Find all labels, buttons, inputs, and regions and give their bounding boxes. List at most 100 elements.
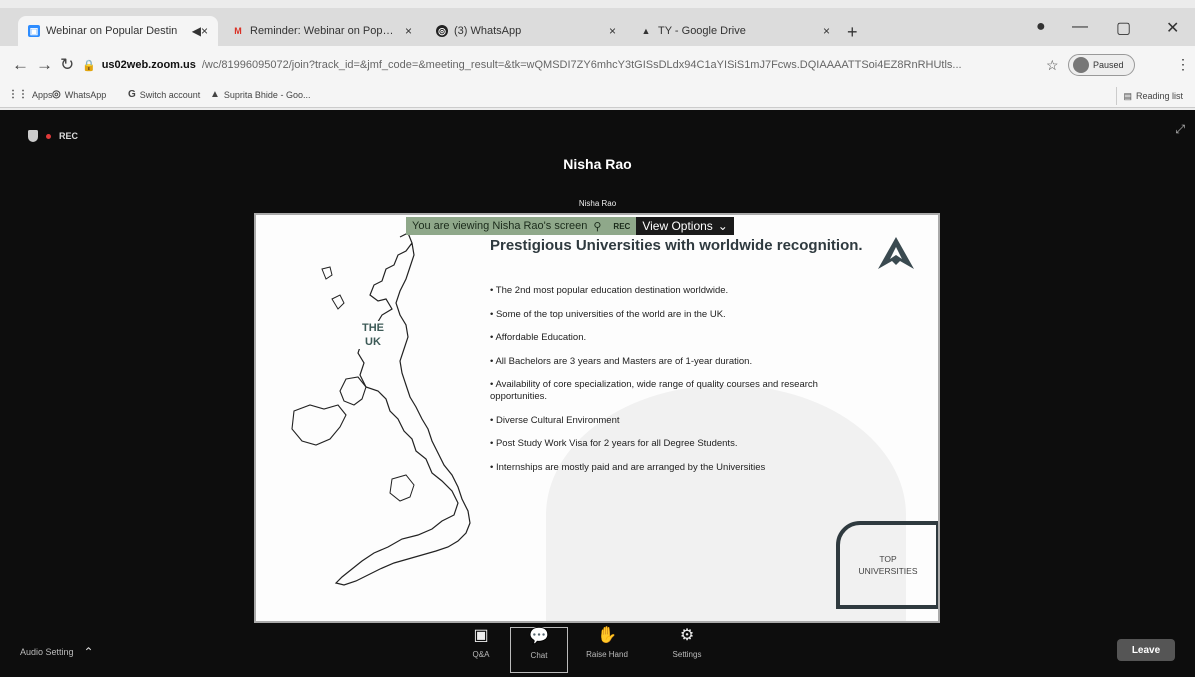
bookmark-label: Apps xyxy=(32,89,53,100)
tab-label: Webinar on Popular Destin xyxy=(46,25,178,37)
active-speaker-name: Nisha Rao xyxy=(563,156,632,172)
view-options-button[interactable]: View Options ⌄ xyxy=(636,217,734,235)
browser-menu-icon[interactable]: ⋮ xyxy=(1176,56,1190,73)
audio-settings-button[interactable]: Audio Setting ⌃ xyxy=(20,645,94,659)
security-shield-icon[interactable] xyxy=(28,130,38,142)
zoom-meeting-area: REC ⤢ Nisha Rao Nisha Rao You are viewin… xyxy=(0,110,1195,677)
back-arrow-icon[interactable]: ← xyxy=(12,55,29,75)
shared-screen-slide: THE UK Prestigious Universities with wor… xyxy=(254,213,940,623)
google-icon: G xyxy=(128,89,136,100)
meeting-controls-bar: Audio Setting ⌃ ▣ Q&A 💬 Chat ✋ Raise Han… xyxy=(0,623,1195,677)
control-label: Q&A xyxy=(472,650,490,659)
viewing-message: You are viewing Nisha Rao's screen ⚲ xyxy=(406,217,608,235)
bookmark-label: Switch account xyxy=(139,89,201,100)
tab-google-drive[interactable]: ▲ TY - Google Drive × xyxy=(630,16,840,46)
view-options-label: View Options xyxy=(642,219,713,233)
list-item: Affordable Education. xyxy=(490,332,840,344)
chat-button[interactable]: 💬 Chat xyxy=(510,627,568,673)
list-item: Internships are mostly paid and are arra… xyxy=(490,462,840,474)
uk-map-label: THE UK xyxy=(352,321,394,349)
list-item: Availability of core specialization, wid… xyxy=(490,379,840,403)
chevron-down-icon: ⌄ xyxy=(717,219,728,233)
control-label: Settings xyxy=(672,650,702,659)
url-host: us02web.zoom.us xyxy=(101,59,196,71)
drive-icon: ▲ xyxy=(210,89,220,100)
pin-icon: ⚲ xyxy=(593,220,602,233)
tab-gmail-reminder[interactable]: M Reminder: Webinar on Popular E × xyxy=(222,16,422,46)
badge-line1: TOP xyxy=(879,554,897,564)
forward-arrow-icon[interactable]: → xyxy=(36,55,53,75)
brand-logo-icon xyxy=(878,237,914,269)
tab-close-icon[interactable]: × xyxy=(609,24,616,38)
list-item: Diverse Cultural Environment xyxy=(490,415,840,427)
minimize-icon[interactable]: — xyxy=(1072,18,1088,36)
viewing-text: You are viewing Nisha Rao's screen xyxy=(412,220,588,232)
bookmarks-bar: ⋮⋮ Apps ◎ WhatsApp G Switch account ▲ Su… xyxy=(0,84,1195,108)
reading-list-label: Reading list xyxy=(1135,91,1183,101)
bookmark-label: WhatsApp xyxy=(64,89,107,100)
reload-icon[interactable]: ↻ xyxy=(60,55,74,75)
bookmark-switch-account[interactable]: G Switch account xyxy=(128,89,200,100)
url-field[interactable]: 🔒 us02web.zoom.us/wc/81996095072/join?tr… xyxy=(82,52,1022,78)
bookmark-apps[interactable]: ⋮⋮ Apps xyxy=(8,89,53,100)
control-label: Raise Hand xyxy=(586,650,628,659)
drive-icon: ▲ xyxy=(641,26,651,36)
control-label: Chat xyxy=(530,651,548,660)
reading-list-icon: ▤ xyxy=(1123,90,1132,101)
rec-label: REC xyxy=(59,131,79,141)
meeting-status: REC xyxy=(28,130,78,142)
maximize-icon[interactable]: ▢ xyxy=(1116,18,1131,38)
whatsapp-icon: ◎ xyxy=(436,25,448,37)
address-bar-row: ← → ↻ 🔒 us02web.zoom.us/wc/81996095072/j… xyxy=(0,46,1195,84)
fullscreen-expand-icon[interactable]: ⤢ xyxy=(1175,122,1185,137)
url-path: /wc/81996095072/join?track_id=&jmf_code=… xyxy=(201,59,962,71)
slide-bullet-list: The 2nd most popular education destinati… xyxy=(490,285,840,485)
tab-label: (3) WhatsApp xyxy=(454,25,522,37)
settings-icon: ⚙ xyxy=(679,627,695,644)
uk-label-line1: THE xyxy=(362,322,384,334)
list-item: Post Study Work Visa for 2 years for all… xyxy=(490,438,840,450)
leave-button[interactable]: Leave xyxy=(1117,639,1175,661)
tab-whatsapp[interactable]: ◎ (3) WhatsApp × xyxy=(426,16,626,46)
profile-circle-icon[interactable]: ● xyxy=(1036,18,1046,36)
audio-settings-label: Audio Setting xyxy=(20,647,74,657)
tab-close-icon[interactable]: × xyxy=(405,24,412,38)
raise-hand-button[interactable]: ✋ Raise Hand xyxy=(578,627,636,673)
gmail-icon: M xyxy=(234,26,242,36)
chevron-up-icon[interactable]: ⌃ xyxy=(84,645,94,659)
zoom-icon: ▣ xyxy=(28,25,40,37)
chat-icon: 💬 xyxy=(529,628,549,645)
bookmark-label: Suprita Bhide - Goo... xyxy=(223,89,311,100)
window-close-icon[interactable]: ✕ xyxy=(1166,18,1179,38)
list-item: Some of the top universities of the worl… xyxy=(490,309,840,321)
viewing-banner: You are viewing Nisha Rao's screen ⚲ REC… xyxy=(406,217,734,235)
top-universities-badge: TOP UNIVERSITIES xyxy=(836,521,938,609)
avatar xyxy=(1073,57,1089,73)
uk-map-outline xyxy=(291,232,471,586)
tab-close-icon[interactable]: ◀× xyxy=(192,24,208,38)
bookmark-whatsapp[interactable]: ◎ WhatsApp xyxy=(52,89,106,100)
whatsapp-icon: ◎ xyxy=(52,89,61,100)
paused-label: Paused xyxy=(1093,60,1124,70)
reading-list-button[interactable]: ▤ Reading list xyxy=(1116,87,1189,105)
profile-paused-button[interactable]: Paused xyxy=(1068,54,1135,76)
tab-zoom-webinar[interactable]: ▣ Webinar on Popular Destin ◀× xyxy=(18,16,218,46)
share-owner-name: Nisha Rao xyxy=(578,199,617,208)
slide-title: Prestigious Universities with worldwide … xyxy=(490,237,863,254)
settings-button[interactable]: ⚙ Settings xyxy=(658,627,716,673)
tab-label: TY - Google Drive xyxy=(658,25,746,37)
badge-line2: UNIVERSITIES xyxy=(858,566,918,576)
browser-tab-strip: ▣ Webinar on Popular Destin ◀× M Reminde… xyxy=(0,8,1195,46)
qa-icon: ▣ xyxy=(473,627,489,644)
qa-button[interactable]: ▣ Q&A xyxy=(452,627,510,673)
tab-close-icon[interactable]: × xyxy=(823,24,830,38)
new-tab-button[interactable]: + xyxy=(847,22,858,43)
bookmark-suprita-drive[interactable]: ▲ Suprita Bhide - Goo... xyxy=(210,89,310,100)
screen: { "browser": { "tabs": [ {"label": "Webi… xyxy=(0,0,1195,677)
bookmark-star-icon[interactable]: ☆ xyxy=(1046,57,1059,74)
recording-dot-icon xyxy=(46,133,51,139)
list-item: All Bachelors are 3 years and Masters ar… xyxy=(490,356,840,368)
viewing-rec-badge: REC xyxy=(607,217,637,235)
uk-label-line2: UK xyxy=(365,336,381,348)
raise-hand-icon: ✋ xyxy=(597,627,617,644)
